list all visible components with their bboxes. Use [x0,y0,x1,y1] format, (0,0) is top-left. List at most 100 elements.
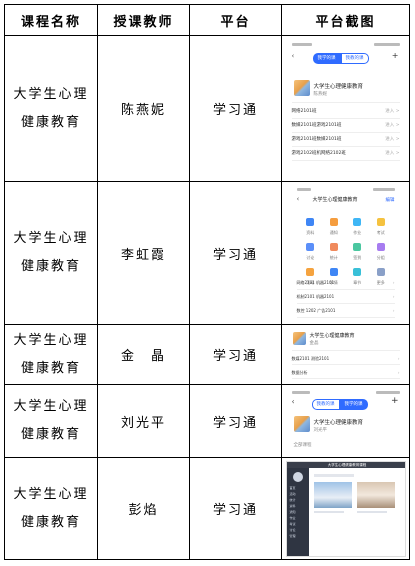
chat-icon [306,243,315,251]
back-icon[interactable]: ‹ [297,195,300,203]
platform-name: 学习通 [189,457,282,560]
table-row: 大学生心理健康教育 彭焰 学习通 大学生心理健康教育课程 首页 活动 统计 资料… [4,457,410,560]
course-name: 大学生心理健康教育 [13,231,89,274]
course-table: 课程名称 授课教师 平台 平台截图 大学生心理健康教育 陈燕妮 学习通 ‹ + … [4,4,410,560]
class-item[interactable]: 机制2101 机器2101 › [296,291,395,304]
course-name: 大学生心理健康教育 [13,399,89,442]
status-bar [288,40,404,49]
header-platform: 平台 [189,4,282,36]
grid-item[interactable]: 资料 [299,215,323,236]
add-icon[interactable]: + [391,396,399,406]
screenshot-web-page: 大学生心理健康教育课程 首页 活动 统计 资料 通知 作业 考试 讨论 管理 [285,460,406,557]
chart-icon [329,243,338,251]
table-header-row: 课程名称 授课教师 平台 平台截图 [4,4,410,36]
tab-switcher: 我学的课 我教的课 [312,52,369,64]
chevron-right-icon: › [392,294,395,299]
platform-name: 学习通 [189,181,282,325]
status-bar [293,185,399,194]
teacher-name: 金 晶 [97,324,190,385]
exam-icon [376,218,385,226]
tab-learn[interactable]: 我教的课 [311,399,340,410]
stats-icon [329,268,338,276]
header-course: 课程名称 [4,4,98,36]
avatar [292,471,303,482]
add-icon[interactable]: + [392,51,399,60]
teacher-name: 李虹霞 [97,181,190,325]
class-name: 游戏2102班机网络2102班 [291,150,346,156]
class-name: 游戏2101班数媒2101班 [291,136,342,142]
all-courses-link[interactable]: 全部课程 [294,442,312,448]
divider [291,101,400,103]
class-item[interactable]: 数据分析 › [291,367,400,379]
back-icon[interactable]: ‹ [292,52,295,60]
document-icon [353,218,362,226]
platform-name: 学习通 [189,324,282,385]
tab-teach[interactable]: 我学的课 [339,399,368,410]
bell-icon [329,218,338,226]
checkin-icon [353,243,362,251]
class-item[interactable]: 游戏2101班数媒2101班 进入 > [291,134,400,147]
group-icon [376,243,385,251]
course-name: 大学生心理健康教育 [13,486,89,530]
course-thumbnail [292,331,306,345]
teacher-name: 刘光平 [97,384,190,458]
table-row: 大学生心理健康教育 金 晶 学习通 大学生心理健康教育 金晶 数媒2101 测验… [4,324,410,385]
course-title[interactable]: 大学生心理健康教育 [310,332,355,339]
teacher-name: 彭焰 [97,457,190,560]
folder-icon [306,218,315,226]
class-item[interactable]: 网络2101班 进入 > [291,106,400,119]
table-row: 大学生心理健康教育 李虹霞 学习通 ‹ 大学生心理健康教育 编辑 资料 通知 作… [4,181,410,325]
page-title: 大学生心理健康教育 [312,197,358,203]
more-icon [376,268,385,276]
course-teacher: 陈燕妮 [313,91,328,97]
course-thumbnail [293,416,310,432]
class-status: 进入 > [385,136,400,142]
platform-name: 学习通 [189,35,282,182]
back-icon[interactable]: ‹ [292,397,295,406]
header-teacher: 授课教师 [97,4,190,36]
screenshot-course-card: 大学生心理健康教育 金晶 数媒2101 测验2101 › 数据分析 › [287,327,404,382]
grid-item[interactable]: 通知 [322,215,346,236]
teacher-name: 陈燕妮 [97,35,190,182]
class-status: 进入 > [385,122,400,128]
class-name: 数媒2101班游戏2101班 [291,122,342,128]
course-name: 大学生心理健康教育 [13,332,89,376]
course-teacher: 金晶 [309,340,319,346]
web-sidebar: 首页 活动 统计 资料 通知 作业 考试 讨论 管理 [286,467,309,556]
activity-icon [306,268,315,276]
class-name: 网络2101班 [291,108,317,114]
class-status: 进入 > [385,150,400,156]
grid-item[interactable]: 考试 [369,215,393,236]
grid-item[interactable]: 讨论 [299,240,323,261]
course-thumbnail [293,79,310,96]
video-thumbnail[interactable] [356,481,395,508]
grid-item[interactable]: 统计 [322,240,346,261]
sidebar-item[interactable]: 管理 [287,533,309,539]
grid-item[interactable]: 分组 [369,240,393,261]
tab-switcher: 我教的课 我学的课 [311,399,368,410]
table-row: 大学生心理健康教育 刘光平 学习通 ‹ + 我教的课 我学的课 大学生心理健康教… [4,384,410,458]
edit-link[interactable]: 编辑 [386,197,395,203]
chevron-right-icon: › [397,355,400,361]
grid-item[interactable]: 签到 [346,240,370,261]
tab-teach[interactable]: 我教的课 [340,52,369,64]
screenshot-course-list: ‹ + 我学的课 我教的课 大学生心理健康教育 陈燕妮 网络2101班 进入 > … [287,39,404,178]
video-thumbnail[interactable] [313,481,352,508]
function-grid: 资料 通知 作业 考试 讨论 统计 签到 分组 活动 学情 章节 更多 [299,215,393,286]
platform-name: 学习通 [189,384,282,458]
table-row: 大学生心理健康教育 陈燕妮 学习通 ‹ + 我学的课 我教的课 大学生心理健康教… [4,35,410,182]
chevron-right-icon: › [397,369,400,375]
class-status: 进入 > [385,108,400,114]
class-item[interactable]: 网络2101 机器2101 › [296,277,395,290]
course-title[interactable]: 大学生心理健康教育 [314,418,364,426]
class-item[interactable]: 数控 1202 广告2101 › [296,305,395,318]
content-heading [313,473,354,477]
screenshot-course-page: ‹ 大学生心理健康教育 编辑 资料 通知 作业 考试 讨论 统计 签到 分组 活… [292,185,399,321]
class-item[interactable]: 数媒2101 测验2101 › [291,353,400,365]
class-item[interactable]: 游戏2102班机网络2102班 进入 > [291,148,400,161]
tab-learn[interactable]: 我学的课 [312,52,341,64]
status-bar [288,388,404,397]
course-title[interactable]: 大学生心理健康教育 [314,82,364,90]
grid-item[interactable]: 作业 [346,215,370,236]
class-item[interactable]: 数媒2101班游戏2101班 进入 > [291,120,400,133]
